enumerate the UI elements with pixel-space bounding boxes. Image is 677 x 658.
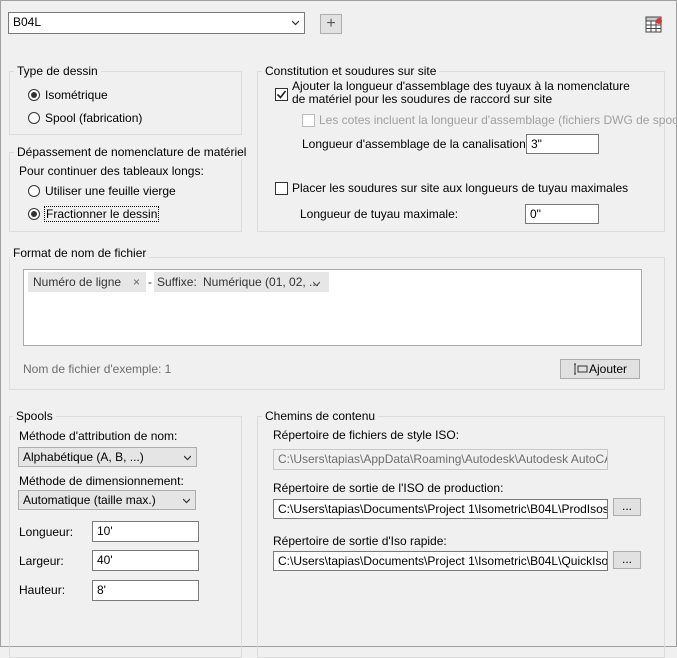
chevron-down-icon — [292, 20, 299, 26]
radio-isometric[interactable] — [28, 89, 40, 101]
chevron-down-icon — [183, 498, 190, 504]
chevron-down-icon — [184, 455, 191, 461]
prod-dir-label: Répertoire de sortie de l'ISO de product… — [273, 481, 504, 495]
place-welds-checkbox[interactable] — [275, 182, 288, 195]
sizing-method-select[interactable]: Automatique (taille max.) — [18, 490, 196, 510]
close-icon[interactable]: × — [133, 272, 140, 292]
sizing-method-label: Méthode de dimensionnement: — [19, 474, 184, 488]
naming-method-label: Méthode d'attribution de nom: — [19, 429, 178, 443]
example-filename: Nom de fichier d'exemple: 1 — [23, 362, 172, 376]
spools-title: Spools — [13, 409, 56, 423]
token-line-number[interactable]: Numéro de ligne × — [28, 272, 146, 292]
token-separator: - — [148, 275, 152, 289]
naming-method-value: Alphabétique (A, B, ...) — [23, 450, 144, 464]
max-length-input[interactable]: 0" — [525, 204, 599, 224]
quick-dir-label: Répertoire de sortie d'Iso rapide: — [273, 534, 447, 548]
height-label: Hauteur: — [19, 583, 66, 597]
paths-title: Chemins de contenu — [262, 409, 379, 423]
radio-blank-sheet[interactable] — [28, 185, 40, 197]
radio-spool-label[interactable]: Spool (fabrication) — [45, 111, 142, 125]
token-suffix-value: Numérique (01, 02, ... — [203, 275, 320, 289]
chevron-down-icon — [313, 281, 320, 287]
height-input[interactable]: 8' — [92, 580, 199, 601]
length-label: Longueur: — [19, 525, 74, 539]
radio-blank-sheet-label[interactable]: Utiliser une feuille vierge — [45, 184, 176, 198]
insert-icon — [573, 363, 588, 375]
style-dir-input[interactable]: C:\Users\tapias\AppData\Roaming\Autodesk… — [273, 449, 608, 470]
dims-include-label[interactable]: Les cotes incluent la longueur d'assembl… — [319, 113, 677, 127]
max-length-label: Longueur de tuyau maximale: — [300, 207, 459, 221]
length-input[interactable]: 10' — [92, 521, 199, 542]
overflow-title: Dépassement de nomenclature de matériel — [14, 145, 250, 159]
place-welds-label[interactable]: Placer les soudures sur site aux longueu… — [292, 181, 628, 195]
prod-dir-input[interactable]: C:\Users\tapias\Documents\Project 1\Isom… — [273, 499, 608, 519]
checkmark-icon — [276, 90, 287, 99]
token-line-number-label: Numéro de ligne — [33, 275, 122, 289]
naming-method-select[interactable]: Alphabétique (A, B, ...) — [18, 447, 197, 467]
assembly-length-input[interactable]: 3" — [526, 134, 599, 154]
add-length-label[interactable]: Ajouter la longueur d'assemblage des tuy… — [292, 80, 632, 106]
assembly-length-label: Longueur d'assemblage de la canalisation… — [302, 137, 530, 151]
add-length-checkbox[interactable] — [275, 88, 288, 101]
drawing-type-group — [9, 71, 242, 135]
quick-dir-browse-button[interactable]: ... — [613, 551, 641, 569]
width-label: Largeur: — [19, 554, 64, 568]
radio-isometric-label[interactable]: Isométrique — [45, 88, 108, 102]
style-dir-label: Répertoire de fichiers de style ISO: — [273, 428, 460, 442]
radio-spool[interactable] — [28, 112, 40, 124]
radio-split-drawing-label[interactable]: Fractionner le dessin — [44, 206, 160, 222]
spec-combo[interactable]: B04L — [8, 12, 305, 34]
token-suffix[interactable]: Suffixe: Numérique (01, 02, ... — [154, 272, 329, 292]
quick-dir-input[interactable]: C:\Users\tapias\Documents\Project 1\Isom… — [273, 551, 608, 571]
filename-title: Format de nom de fichier — [10, 246, 150, 260]
prod-dir-browse-button[interactable]: ... — [613, 498, 641, 516]
add-token-button[interactable]: Ajouter — [560, 359, 640, 379]
welds-title: Constitution et soudures sur site — [262, 64, 440, 78]
width-input[interactable]: 40' — [92, 550, 199, 571]
radio-split-drawing[interactable] — [28, 208, 40, 220]
token-suffix-label: Suffixe: — [157, 275, 197, 289]
spec-combo-value: B04L — [13, 15, 42, 29]
sizing-method-value: Automatique (taille max.) — [23, 493, 156, 507]
add-token-label: Ajouter — [588, 362, 628, 376]
dims-include-checkbox[interactable] — [302, 114, 315, 127]
add-spec-button[interactable]: + — [320, 14, 342, 34]
table-settings-icon[interactable] — [645, 16, 663, 34]
drawing-type-title: Type de dessin — [14, 64, 101, 78]
overflow-prompt: Pour continuer des tableaux longs: — [19, 164, 204, 178]
